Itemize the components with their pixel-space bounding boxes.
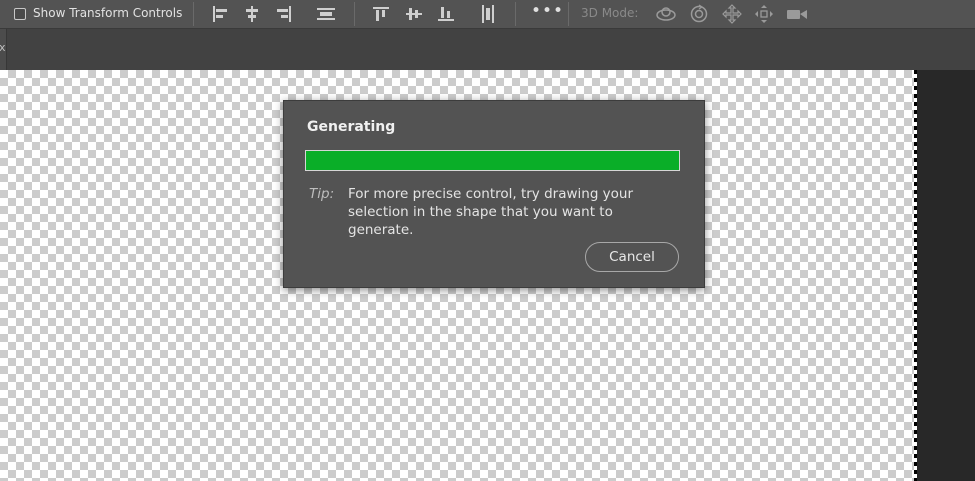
show-transform-controls-label[interactable]: Show Transform Controls [33,6,182,20]
more-options-button[interactable]: ••• [531,1,564,21]
3d-mode-label: 3D Mode: [581,6,639,20]
close-icon[interactable]: x [0,41,6,54]
3d-pan-icon[interactable] [722,4,742,24]
document-tab-strip: x [0,29,975,70]
3d-slide-icon[interactable] [754,4,774,24]
distribute-horizontal-icon[interactable] [316,4,336,24]
progress-bar [305,150,680,171]
toolbar-separator [354,2,355,26]
align-vertical-centers-icon[interactable] [404,4,424,24]
align-left-edges-icon[interactable] [210,4,230,24]
toolbar-separator [515,2,516,26]
document-tab[interactable]: x [0,29,7,70]
cancel-button[interactable]: Cancel [585,242,679,272]
generating-dialog: Generating Tip: For more precise control… [283,100,705,288]
dialog-title: Generating [307,119,396,135]
tip-text: For more precise control, try drawing yo… [348,186,634,238]
progress-bar-fill [306,151,679,170]
toolbar-separator [193,2,194,26]
3d-orbit-icon[interactable] [655,4,676,24]
align-horizontal-centers-icon[interactable] [242,4,262,24]
show-transform-controls-checkbox[interactable] [14,8,26,20]
align-bottom-edges-icon[interactable] [436,4,456,24]
3d-camera-icon[interactable] [786,4,807,24]
pasteboard [917,70,975,481]
options-bar: Show Transform Controls ••• 3D Mode: [0,0,975,29]
3d-roll-icon[interactable] [689,4,709,24]
align-top-edges-icon[interactable] [371,4,391,24]
tip-label: Tip: [309,186,335,202]
toolbar-separator [568,2,569,26]
distribute-vertical-icon[interactable] [478,4,498,24]
align-right-edges-icon[interactable] [274,4,294,24]
